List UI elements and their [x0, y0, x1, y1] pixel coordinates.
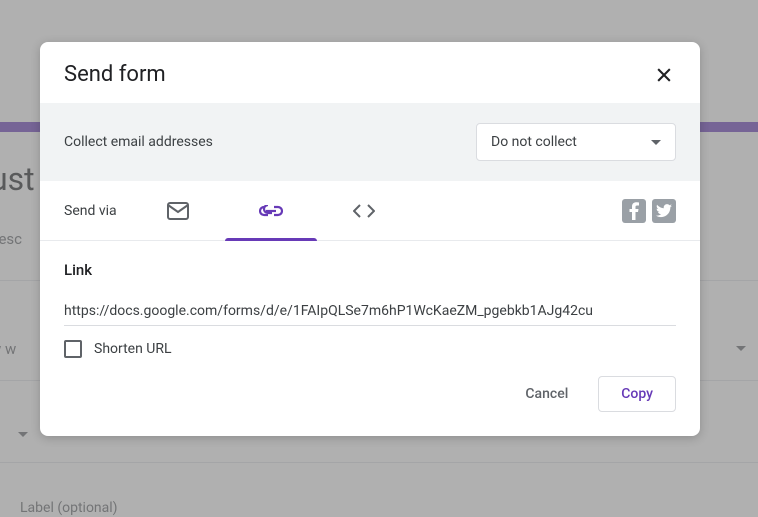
email-icon — [167, 202, 189, 220]
facebook-share-button[interactable] — [622, 199, 646, 223]
link-url-input[interactable] — [64, 297, 676, 326]
close-button[interactable] — [652, 63, 676, 87]
tab-embed[interactable] — [353, 181, 375, 241]
collect-email-dropdown[interactable]: Do not collect — [476, 123, 676, 161]
shorten-url-checkbox[interactable] — [64, 340, 82, 358]
tab-link[interactable] — [259, 181, 283, 241]
shorten-url-label: Shorten URL — [94, 341, 172, 357]
send-form-dialog: Send form Collect email addresses Do not… — [40, 42, 700, 436]
collect-email-selected: Do not collect — [491, 134, 577, 150]
link-section-label: Link — [64, 261, 676, 279]
link-icon — [259, 205, 283, 217]
tab-email[interactable] — [167, 181, 189, 241]
send-via-label: Send via — [64, 203, 117, 219]
twitter-icon — [656, 204, 672, 218]
cancel-button[interactable]: Cancel — [503, 376, 590, 412]
copy-button[interactable]: Copy — [598, 376, 676, 412]
code-icon — [353, 204, 375, 218]
collect-email-label: Collect email addresses — [64, 134, 213, 150]
chevron-down-icon — [651, 140, 661, 145]
facebook-icon — [629, 202, 639, 220]
dialog-title: Send form — [64, 62, 166, 87]
close-icon — [654, 65, 674, 85]
twitter-share-button[interactable] — [652, 199, 676, 223]
